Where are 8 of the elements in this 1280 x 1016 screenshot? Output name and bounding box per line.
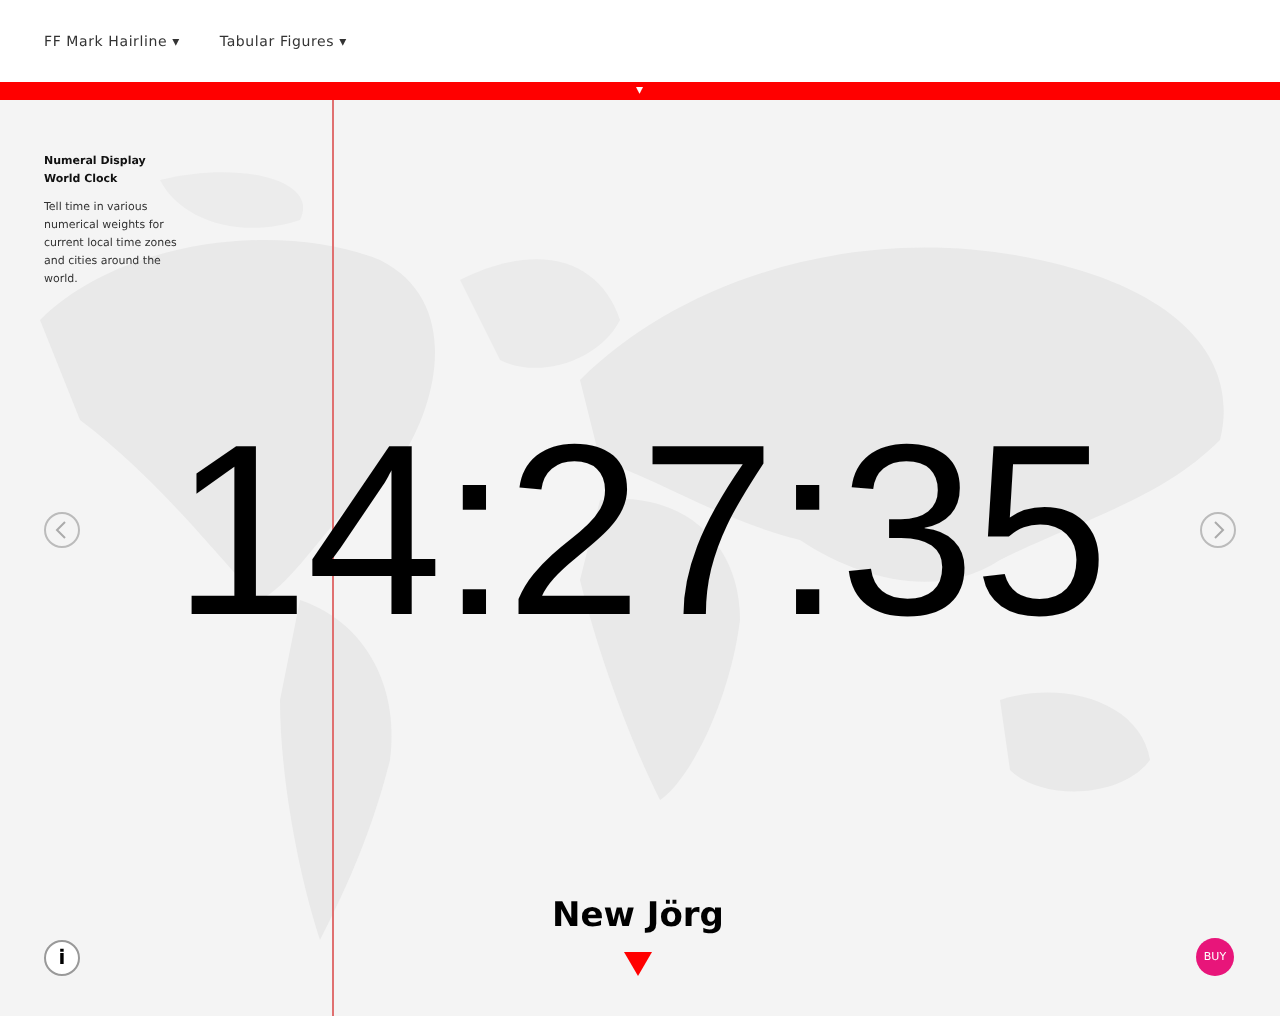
chevron-left-icon xyxy=(44,512,80,548)
city-name: New Jörg xyxy=(552,896,724,936)
clock-time: 14:27:35 xyxy=(173,408,1107,652)
previous-button[interactable] xyxy=(44,512,80,548)
chevron-right-icon xyxy=(1200,512,1236,548)
next-button[interactable] xyxy=(1200,512,1236,548)
triangle-down-icon[interactable] xyxy=(623,952,652,976)
info-button[interactable]: i xyxy=(44,940,80,976)
